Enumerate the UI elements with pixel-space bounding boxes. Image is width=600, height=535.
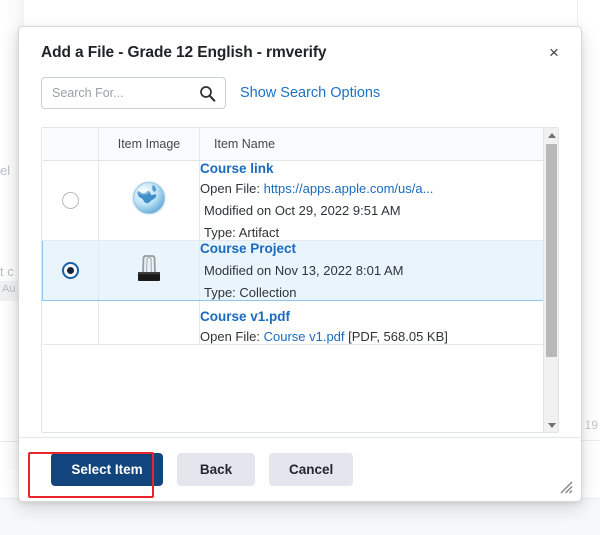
item-detail-prefix: Open File:: [200, 329, 264, 344]
search-icon[interactable]: [199, 85, 216, 102]
add-a-file-dialog: Add a File - Grade 12 English - rmverify…: [18, 26, 582, 502]
row-radio-button[interactable]: [62, 192, 79, 209]
search-input[interactable]: [42, 78, 225, 108]
item-modified-line: Modified on Oct 29, 2022 9:51 AM: [200, 203, 558, 218]
page-title: Add a File - Grade 12 English - rmverify: [41, 44, 559, 62]
row-radio-button[interactable]: [62, 262, 79, 279]
item-modified-line: Modified on Nov 13, 2022 8:01 AM: [200, 263, 557, 278]
item-detail-line: Open File: https://apps.apple.com/us/a..…: [200, 181, 558, 196]
globe-icon: [129, 205, 169, 222]
item-table-container: Item Image Item Name: [41, 127, 559, 433]
scrollbar-thumb[interactable]: [546, 144, 557, 357]
item-type-line: Type: Artifact: [200, 225, 558, 240]
item-type-line: Type: Collection: [200, 285, 557, 300]
row-name-cell: Course Project Modified on Nov 13, 2022 …: [200, 241, 558, 301]
column-header-item-image: Item Image: [99, 128, 200, 161]
column-header-select: [43, 128, 99, 161]
close-icon[interactable]: ×: [541, 39, 567, 65]
table-row[interactable]: Course v1.pdf Open File: Course v1.pdf […: [43, 301, 558, 345]
item-title-link[interactable]: Course v1.pdf: [200, 309, 558, 324]
row-image-cell: [99, 301, 200, 345]
search-row: Show Search Options: [19, 71, 581, 109]
background-text-fragment-right: 19: [585, 418, 598, 432]
row-select-cell[interactable]: [43, 161, 99, 241]
table-scrollbar[interactable]: [543, 128, 558, 432]
select-item-button[interactable]: Select Item: [51, 453, 163, 486]
cancel-button[interactable]: Cancel: [269, 453, 353, 486]
row-image-cell: [99, 241, 200, 301]
table-header-row: Item Image Item Name: [43, 128, 558, 161]
item-title-link[interactable]: Course Project: [200, 241, 557, 256]
column-header-item-name: Item Name: [200, 128, 558, 161]
row-name-cell: Course v1.pdf Open File: Course v1.pdf […: [200, 301, 558, 345]
item-table: Item Image Item Name: [42, 128, 558, 345]
row-select-cell[interactable]: [43, 241, 99, 301]
back-button[interactable]: Back: [177, 453, 255, 486]
dialog-footer: Select Item Back Cancel: [19, 437, 581, 501]
item-file-link[interactable]: https://apps.apple.com/us/a...: [264, 181, 434, 196]
row-select-cell[interactable]: [43, 301, 99, 345]
resize-grip-icon[interactable]: [557, 478, 573, 494]
search-box[interactable]: [41, 77, 226, 109]
item-detail-prefix: Open File:: [200, 181, 264, 196]
show-search-options-link[interactable]: Show Search Options: [240, 85, 380, 101]
page-footer-band: [0, 498, 600, 535]
item-detail-line: Open File: Course v1.pdf [PDF, 568.05 KB…: [200, 329, 558, 344]
item-file-link[interactable]: Course v1.pdf: [264, 329, 345, 344]
table-row[interactable]: Course link Open File: https://apps.appl…: [43, 161, 558, 241]
scroll-down-arrow-icon[interactable]: [544, 418, 559, 432]
item-title-link[interactable]: Course link: [200, 161, 558, 176]
row-name-cell: Course link Open File: https://apps.appl…: [200, 161, 558, 241]
item-detail-suffix: [PDF, 568.05 KB]: [345, 329, 448, 344]
dialog-header: Add a File - Grade 12 English - rmverify…: [19, 27, 581, 71]
scroll-up-arrow-icon[interactable]: [544, 128, 559, 142]
table-row[interactable]: Course Project Modified on Nov 13, 2022 …: [43, 241, 558, 301]
row-image-cell: [99, 161, 200, 241]
binder-clip-icon: [129, 275, 169, 292]
